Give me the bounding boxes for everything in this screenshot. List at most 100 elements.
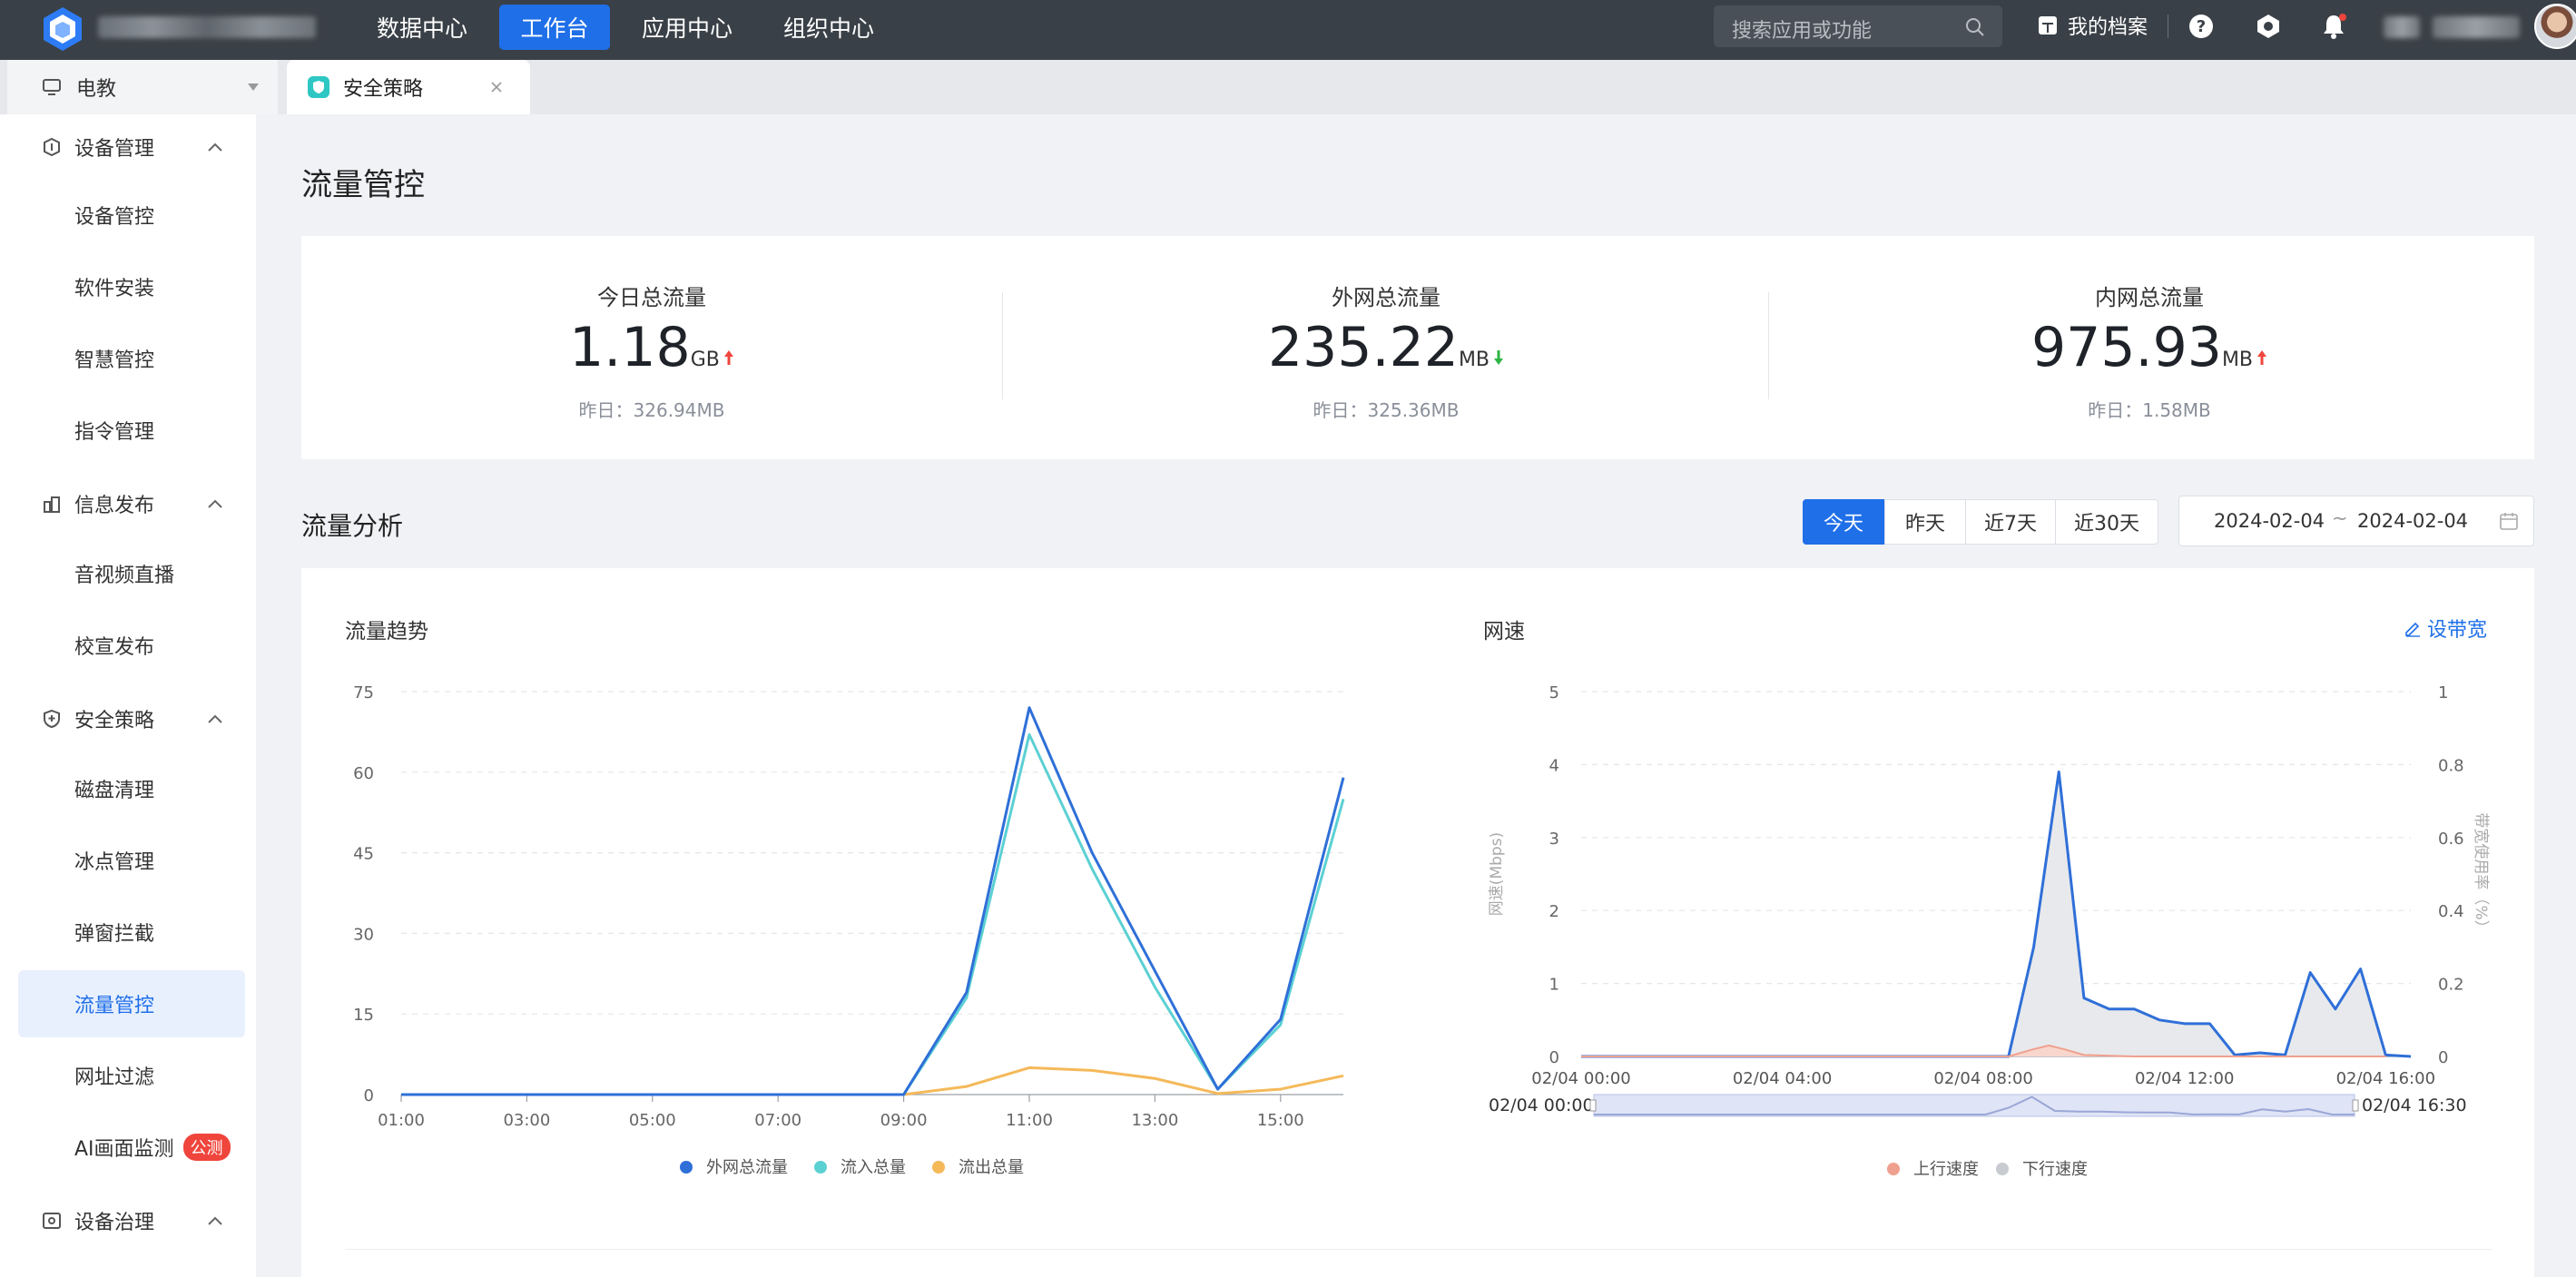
user-name[interactable] <box>2433 16 2520 38</box>
sidebar-item-label: 冰点管理 <box>74 851 155 874</box>
user-avatar[interactable] <box>2534 4 2576 49</box>
x-tick-label: 03:00 <box>503 1111 550 1130</box>
stat-value: 1.18 <box>569 316 691 379</box>
date-range-picker[interactable]: 2024-02-04 ~ 2024-02-04 <box>2178 496 2534 546</box>
svg-text:?: ? <box>2197 17 2206 36</box>
sidebar-item-av-live[interactable]: 音视频直播 <box>18 540 245 607</box>
nav-label: 组织中心 <box>782 15 874 42</box>
y2-tick-label: 0 <box>2438 1048 2448 1067</box>
notification-bell-icon[interactable] <box>2320 13 2347 40</box>
close-icon[interactable] <box>490 81 503 93</box>
x-tick-label: 09:00 <box>880 1111 928 1130</box>
nav-app-center[interactable]: 应用中心 <box>628 5 746 50</box>
sidebar-item-popup-block[interactable]: 弹窗拦截 <box>18 899 245 966</box>
divider <box>345 1249 2492 1250</box>
traffic-trend-chart: 0 15 30 45 60 75 01:00 03:00 05:00 07:00 09:00 11:0… <box>353 683 1345 1177</box>
y2-tick-label: 0.8 <box>2438 756 2464 775</box>
x-tick-label: 15:00 <box>1257 1111 1304 1130</box>
x-tick-label: 02/04 12:00 <box>2135 1069 2234 1088</box>
tab-security-policy[interactable]: 安全策略 <box>287 60 530 114</box>
date-start[interactable]: 2024-02-04 <box>2214 510 2325 532</box>
user-org-badge[interactable] <box>2384 16 2420 38</box>
y-tick-label: 3 <box>1549 830 1559 849</box>
sidebar-group-device-governance[interactable]: 设备治理 <box>0 1194 256 1248</box>
stat-internal-traffic: 内网总流量 975.93MB 昨日：1.58MB <box>1877 236 2422 459</box>
sidebar-item-software-install[interactable]: 软件安装 <box>18 253 245 320</box>
sidebar-item-freeze-management[interactable]: 冰点管理 <box>18 827 245 894</box>
device-icon <box>44 137 60 157</box>
settings-hex-icon[interactable] <box>2255 13 2282 40</box>
sidebar-group-info-publish[interactable]: 信息发布 <box>0 476 256 531</box>
sidebar-item-traffic-control[interactable]: 流量管控 <box>18 970 245 1037</box>
slider-end-label: 02/04 16:30 <box>2362 1095 2467 1115</box>
search-icon[interactable] <box>1964 16 1986 38</box>
sidebar-item-label: 软件安装 <box>74 278 155 300</box>
sidebar-item-label: 校宣发布 <box>74 636 155 659</box>
stat-external-traffic: 外网总流量 235.22MB 昨日：325.36MB <box>1114 236 1658 459</box>
stat-value: 975.93 <box>2030 316 2222 379</box>
range-yesterday-button[interactable]: 昨天 <box>1884 499 1966 545</box>
dossier-icon <box>2039 16 2057 34</box>
range-30days-button[interactable]: 近30天 <box>2055 499 2158 545</box>
stat-yesterday: 昨日：325.36MB <box>1313 399 1460 421</box>
sidebar-item-label: 指令管理 <box>74 421 155 444</box>
divider <box>1768 292 1769 399</box>
legend-label: 下行速度 <box>2022 1160 2088 1179</box>
sidebar-group-label: 设备治理 <box>74 1212 155 1234</box>
x-tick-label: 07:00 <box>754 1111 801 1130</box>
y-tick-label: 4 <box>1549 756 1559 775</box>
y-tick-label: 60 <box>353 764 374 783</box>
date-end[interactable]: 2024-02-04 <box>2357 510 2468 532</box>
search-placeholder: 搜索应用或功能 <box>1732 20 1873 43</box>
sidebar-item-campus-publish[interactable]: 校宣发布 <box>18 612 245 679</box>
trend-up-icon <box>2257 350 2267 365</box>
nav-label: 工作台 <box>520 15 589 42</box>
legend-label: 流入总量 <box>841 1158 906 1177</box>
legend-marker <box>680 1161 693 1174</box>
range-today-button[interactable]: 今天 <box>1803 499 1884 545</box>
sidebar-item-label: 网址过滤 <box>74 1066 155 1089</box>
legend-label: 上行速度 <box>1913 1160 1979 1179</box>
sidebar-item-smart-control[interactable]: 智慧管控 <box>18 325 245 392</box>
x-tick-label: 02/04 04:00 <box>1733 1069 1832 1088</box>
series-line-流出总量 <box>401 1066 1344 1096</box>
sidebar-item-label: 设备管控 <box>74 206 155 229</box>
nav-data-center[interactable]: 数据中心 <box>363 5 481 50</box>
sidebar-item-ai-screen-monitor[interactable]: AI画面监测 公测 <box>18 1114 245 1181</box>
shield-icon <box>44 709 60 729</box>
workspace-selector[interactable]: 电教 <box>7 60 278 114</box>
publish-icon <box>44 496 60 513</box>
y-tick-label: 5 <box>1549 683 1559 702</box>
my-dossier-button[interactable]: 我的档案 <box>2037 11 2148 40</box>
tab-bar: 电教 安全策略 <box>0 60 2576 114</box>
network-speed-chart: 0 0 1 0.2 2 0.4 3 0.6 4 0.8 5 1 网速(Mbps) 带宽使用率（%） 02/0… <box>1488 683 2491 1179</box>
set-bandwidth-button[interactable]: 设带宽 <box>2404 614 2487 643</box>
series-line-流入总量 <box>401 732 1345 1096</box>
chart-title-network-speed: 网速 <box>1483 620 1525 643</box>
sidebar-item-url-filter[interactable]: 网址过滤 <box>18 1042 245 1109</box>
help-icon[interactable]: ? <box>2188 13 2215 40</box>
chevron-up-icon <box>208 499 222 508</box>
range-7days-button[interactable]: 近7天 <box>1965 499 2056 545</box>
nav-org-center[interactable]: 组织中心 <box>770 5 888 50</box>
sidebar-item-device-control[interactable]: 设备管控 <box>18 182 245 249</box>
sidebar-item-disk-cleanup[interactable]: 磁盘清理 <box>18 755 245 822</box>
zoom-slider-track <box>1593 1094 2355 1117</box>
nav-label: 应用中心 <box>641 15 732 42</box>
sidebar-group-security-policy[interactable]: 安全策略 <box>0 692 256 746</box>
sidebar-item-command-management[interactable]: 指令管理 <box>18 397 245 464</box>
stat-value: 235.22 <box>1267 316 1459 379</box>
stat-total-traffic: 今日总流量 1.18GB 昨日：326.94MB <box>379 236 924 459</box>
y2-tick-label: 0.2 <box>2438 976 2464 995</box>
app-logo-icon[interactable] <box>42 5 84 53</box>
y-axis-label: 网速(Mbps) <box>1488 832 1506 916</box>
beta-badge: 公测 <box>182 1134 231 1161</box>
search-input[interactable]: 搜索应用或功能 <box>1714 5 2002 47</box>
chevron-up-icon <box>208 1216 222 1225</box>
govern-icon <box>43 1213 61 1229</box>
sidebar-item-label: 弹窗拦截 <box>74 923 155 946</box>
sidebar-group-device-management[interactable]: 设备管理 <box>0 120 256 174</box>
nav-workbench[interactable]: 工作台 <box>499 5 610 50</box>
sidebar-item-label: 磁盘清理 <box>74 780 155 802</box>
sidebar: 设备管理 设备管控 软件安装 智慧管控 指令管理 信息发布 音视频直播 校宣发布… <box>0 114 256 1277</box>
